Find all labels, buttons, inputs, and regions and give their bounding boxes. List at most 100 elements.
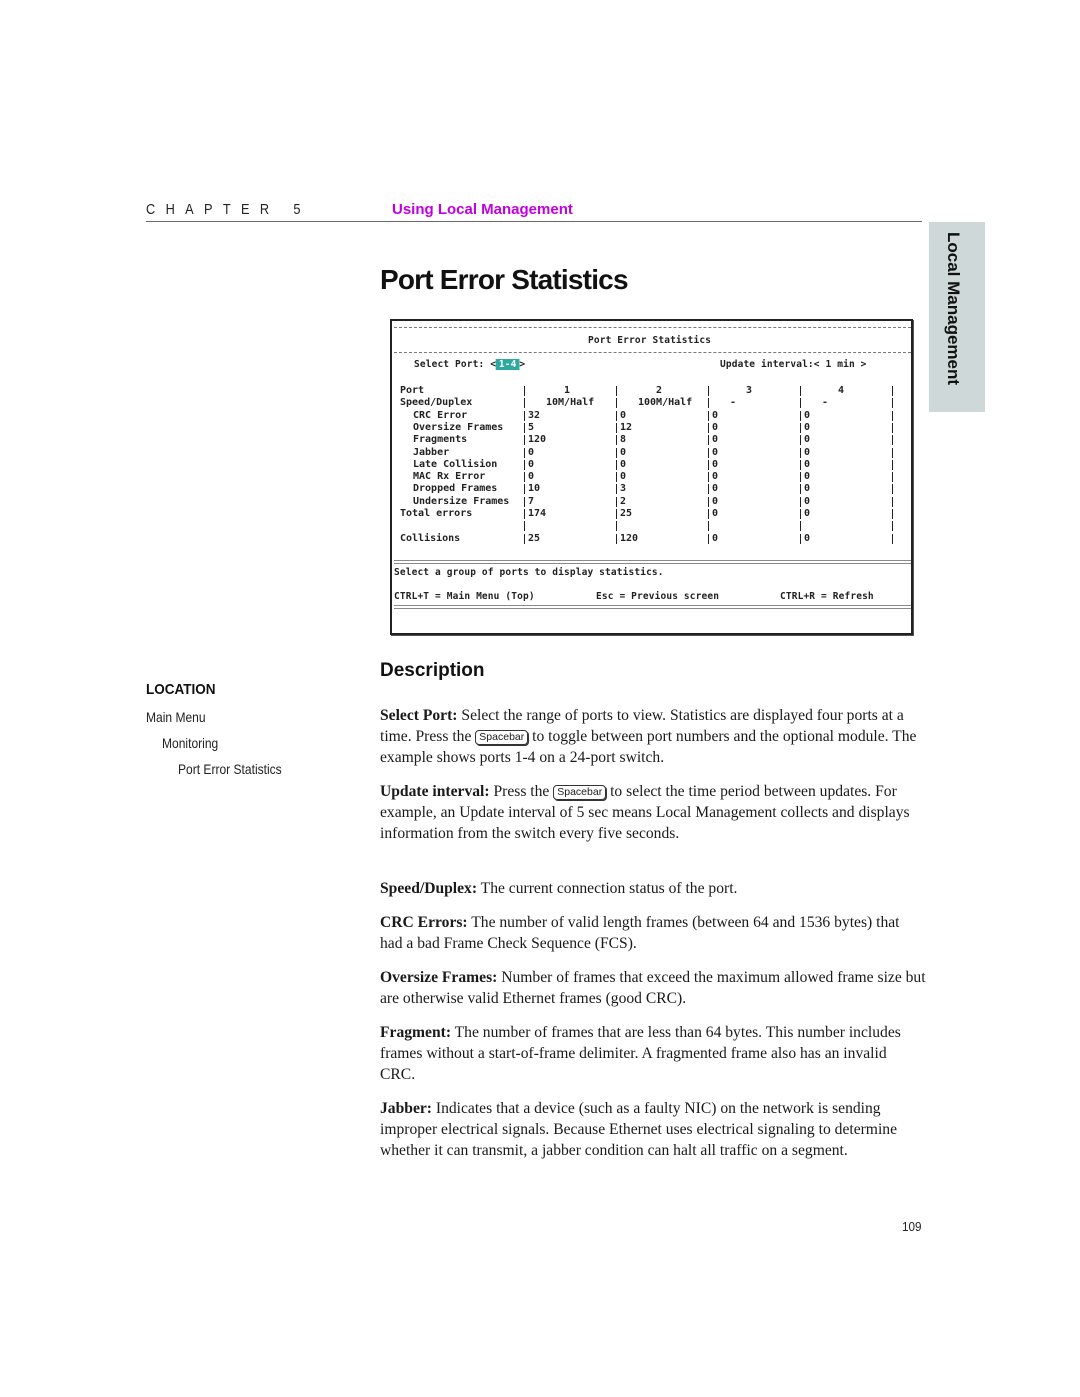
cell-value: 0 <box>620 409 627 421</box>
column-separator <box>524 472 525 483</box>
column-header: 4 <box>838 385 845 396</box>
column-separator <box>524 386 525 396</box>
term: Update interval: <box>380 783 490 800</box>
column-separator <box>800 398 801 409</box>
cell-value: 0 <box>804 434 811 446</box>
spacebar-key-icon: Spacebar <box>475 730 529 745</box>
column-separator <box>892 521 893 532</box>
cell-value: 120 <box>620 532 639 544</box>
column-separator <box>708 386 709 396</box>
column-separator <box>800 410 801 421</box>
column-separator <box>708 447 709 458</box>
cell-value: 120 <box>528 434 547 446</box>
column-separator <box>800 509 801 519</box>
shortcut-main-menu[interactable]: CTRL+T = Main Menu (Top) <box>394 591 535 603</box>
column-separator <box>616 410 617 421</box>
cell-value: 0 <box>712 446 719 458</box>
desc-update-interval: Update interval: Press the Spacebar to s… <box>380 781 925 844</box>
column-separator <box>892 484 893 495</box>
desc-select-port: Select Port: Select the range of ports t… <box>380 705 925 768</box>
column-separator <box>616 521 617 532</box>
cell-value: 0 <box>620 458 627 470</box>
column-separator <box>708 484 709 495</box>
page-title: Port Error Statistics <box>380 264 629 295</box>
shortcut-previous-screen[interactable]: Esc = Previous screen <box>596 591 719 603</box>
cell-value: - <box>730 397 737 409</box>
row-label: Collisions <box>400 532 461 544</box>
term: CRC Errors: <box>380 914 468 931</box>
row-label: Jabber <box>413 446 450 458</box>
column-separator <box>800 484 801 495</box>
column-separator <box>800 496 801 507</box>
side-tab-label: Local Management <box>944 232 963 386</box>
column-separator <box>708 410 709 421</box>
cell-value: 32 <box>528 409 541 421</box>
column-separator <box>800 422 801 433</box>
cell-value: 0 <box>712 483 719 495</box>
cell-value: 3 <box>620 483 627 495</box>
row-label: Oversize Frames <box>413 421 504 433</box>
column-separator <box>616 484 617 495</box>
column-separator <box>708 496 709 507</box>
select-port-value[interactable]: 1-4 <box>496 359 520 370</box>
cell-value: 0 <box>712 495 719 507</box>
column-separator <box>524 459 525 470</box>
column-separator <box>800 447 801 458</box>
text: Press the <box>489 783 554 800</box>
terminal-screen: Port Error Statistics Select Port: <1-4 >… <box>390 319 913 635</box>
column-separator <box>524 496 525 507</box>
column-separator <box>708 459 709 470</box>
column-separator <box>616 422 617 433</box>
dashed-divider <box>394 352 911 353</box>
column-separator <box>892 410 893 421</box>
column-separator <box>524 410 525 421</box>
column-separator <box>524 398 525 409</box>
desc-jabber: Jabber: Indicates that a device (such as… <box>380 1098 925 1161</box>
row-label: Dropped Frames <box>413 483 498 495</box>
desc-fragment: Fragment: The number of frames that are … <box>380 1022 925 1085</box>
column-header: 1 <box>564 385 571 396</box>
column-separator <box>708 533 709 544</box>
cell-value: 0 <box>528 446 535 458</box>
text: The number of frames that are less than … <box>380 1024 901 1083</box>
text: The current connection status of the por… <box>477 880 738 897</box>
update-interval-field[interactable]: Update interval:< 1 min > <box>720 359 867 371</box>
column-separator <box>708 472 709 483</box>
column-separator <box>524 533 525 544</box>
select-port-label: Select Port: < <box>414 359 497 370</box>
cell-value: 0 <box>712 508 719 519</box>
column-separator <box>892 533 893 544</box>
cell-value: - <box>822 397 829 409</box>
column-separator <box>892 435 893 446</box>
term: Speed/Duplex: <box>380 880 478 897</box>
cell-value: 0 <box>712 532 719 544</box>
column-separator <box>800 521 801 532</box>
row-label: Late Collision <box>413 458 498 470</box>
cell-value: 0 <box>712 409 719 421</box>
cell-value: 12 <box>620 421 633 433</box>
column-separator <box>616 472 617 483</box>
cell-value: 100M/Half <box>638 397 693 409</box>
column-separator <box>892 472 893 483</box>
shortcut-refresh[interactable]: CTRL+R = Refresh <box>780 591 874 603</box>
row-label: MAC Rx Error <box>413 471 486 483</box>
column-separator <box>708 422 709 433</box>
cell-value: 0 <box>804 471 811 483</box>
column-separator <box>616 459 617 470</box>
column-separator <box>892 422 893 433</box>
select-port-field[interactable]: Select Port: <1-4 > <box>414 359 525 371</box>
section-side-tab: Local Management <box>929 222 985 412</box>
term: Jabber: <box>380 1100 432 1117</box>
description-heading: Description <box>380 660 485 681</box>
cell-value: 0 <box>804 421 811 433</box>
column-separator <box>616 398 617 409</box>
cell-value: 0 <box>712 421 719 433</box>
spacebar-key-icon: Spacebar <box>553 785 607 800</box>
cell-value: 0 <box>528 458 535 470</box>
location-path-main-menu: Main Menu <box>146 709 206 725</box>
cell-value: 2 <box>620 495 627 507</box>
column-separator <box>524 509 525 519</box>
column-separator <box>708 521 709 532</box>
location-heading: LOCATION <box>146 681 216 698</box>
column-separator <box>800 435 801 446</box>
